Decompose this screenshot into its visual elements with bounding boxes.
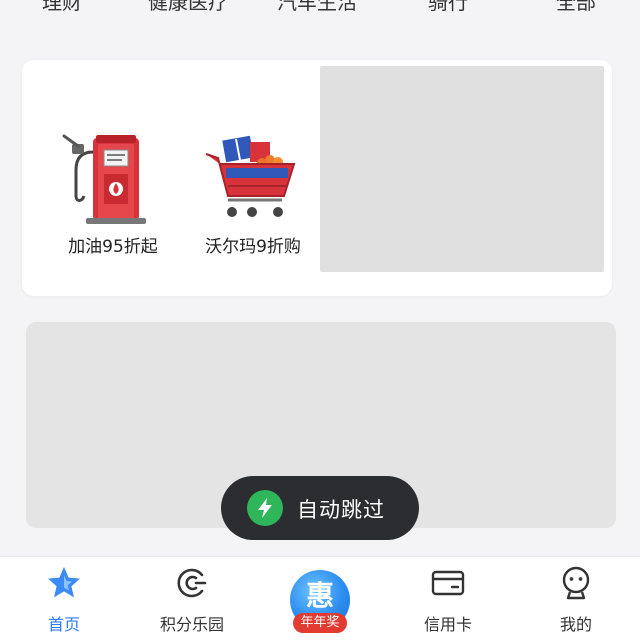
nav-home[interactable]: 首页	[9, 557, 119, 640]
nav-mine-label: 我的	[559, 615, 592, 634]
nav-mine[interactable]: 我的	[521, 557, 631, 640]
fuel-pump-icon	[62, 134, 146, 224]
points-icon	[177, 568, 207, 598]
tab-all[interactable]: 全部	[556, 0, 596, 16]
promo-walmart[interactable]: 沃尔玛9折购	[188, 130, 318, 260]
lightning-icon	[247, 490, 283, 526]
tab-cycling[interactable]: 骑行	[428, 0, 468, 16]
nav-credit-card-label: 信用卡	[423, 615, 472, 634]
nav-home-label: 首页	[47, 615, 80, 634]
reward-ribbon: 年年奖	[293, 613, 347, 633]
auto-skip-text: 自动跳过	[297, 498, 385, 522]
category-tabs: 理财 健康医疗 汽车生活 骑行 全部	[0, 0, 640, 40]
promo-fuel[interactable]: 加油95折起	[48, 130, 178, 260]
nav-points[interactable]: 积分乐园	[137, 557, 247, 640]
banner-image-placeholder[interactable]	[320, 66, 604, 272]
reward-glyph: 惠	[305, 579, 334, 612]
tab-wealth[interactable]: 理财	[42, 0, 82, 16]
nav-credit-card[interactable]: 信用卡	[393, 557, 503, 640]
nav-points-label: 积分乐园	[159, 615, 224, 634]
card-icon	[431, 570, 465, 596]
shopping-cart-icon	[205, 135, 296, 217]
promo-fuel-label: 加油95折起	[68, 237, 158, 257]
star-icon	[48, 567, 80, 598]
promo-walmart-label: 沃尔玛9折购	[205, 237, 301, 257]
profile-icon	[562, 566, 590, 600]
tab-car-life[interactable]: 汽车生活	[277, 0, 357, 16]
auto-skip-toast[interactable]: 自动跳过	[221, 476, 419, 540]
tab-health[interactable]: 健康医疗	[148, 0, 228, 16]
